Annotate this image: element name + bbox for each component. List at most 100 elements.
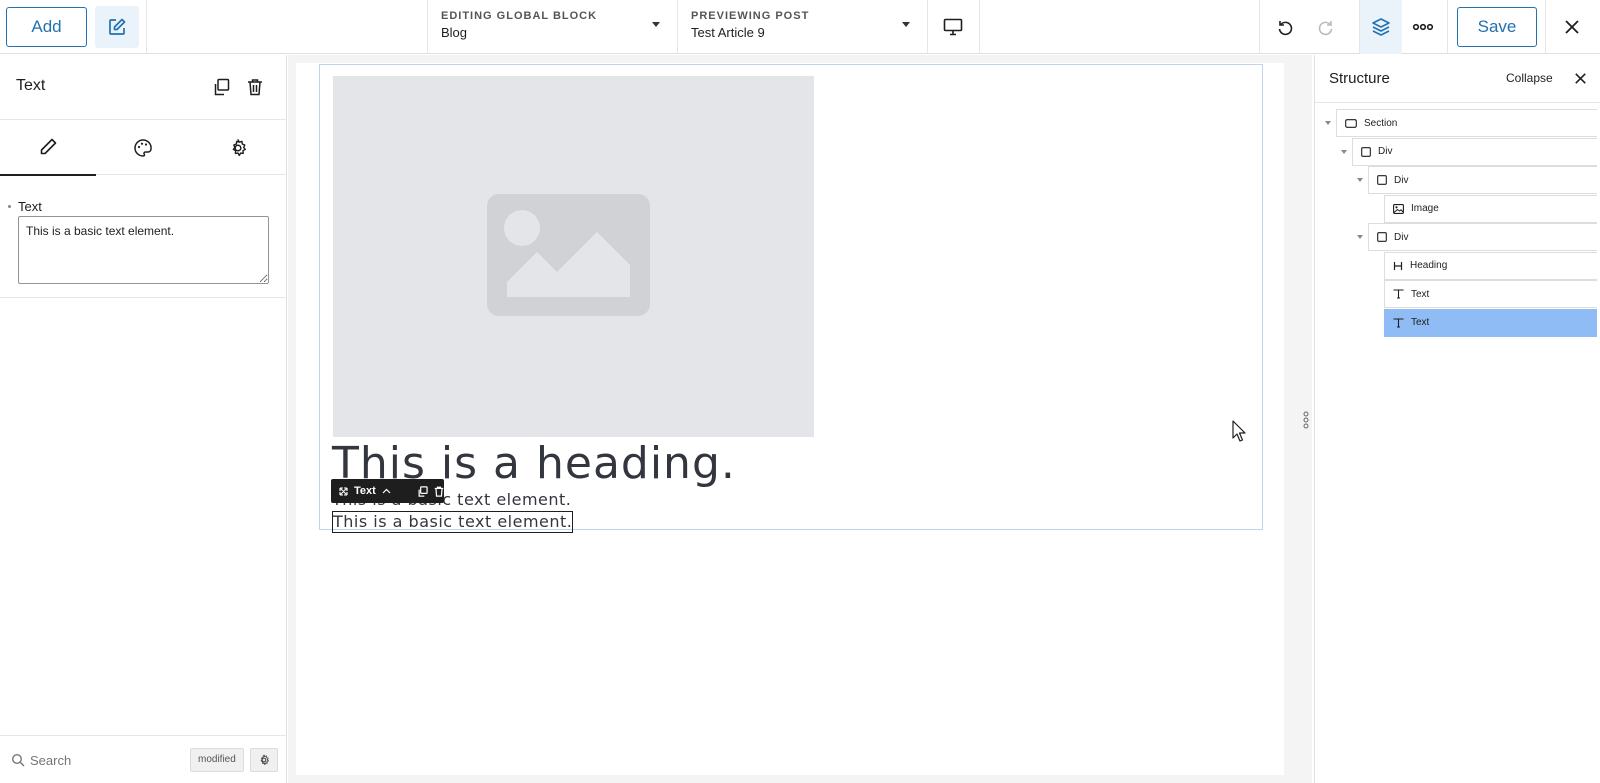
- tab-style[interactable]: [95, 120, 191, 176]
- divider: [1315, 102, 1600, 103]
- palette-icon: [134, 139, 152, 157]
- panel-footer: modified: [0, 735, 287, 783]
- editing-global-block-dropdown[interactable]: EDITING GLOBAL BLOCK Blog: [427, 0, 677, 54]
- undo-icon: [1278, 21, 1293, 36]
- element-type-label: Text: [354, 485, 376, 497]
- device-preview-button[interactable]: [933, 6, 973, 48]
- structure-node-label: Div: [1378, 146, 1393, 157]
- structure-node-label: Text: [1411, 288, 1430, 300]
- previewing-value: Test Article 9: [691, 25, 765, 40]
- close-editor-button[interactable]: [1552, 6, 1592, 48]
- structure-node-label: Text: [1411, 317, 1430, 328]
- structure-node-label: Div: [1394, 174, 1409, 186]
- image-placeholder[interactable]: [333, 76, 814, 437]
- divider: [979, 0, 980, 54]
- structure-toggle-button[interactable]: [1360, 0, 1402, 54]
- structure-node-div[interactable]: Div: [1368, 223, 1597, 251]
- div-icon: [1377, 175, 1387, 185]
- save-button[interactable]: Save: [1457, 7, 1537, 47]
- settings-tabs: [0, 119, 287, 176]
- caret-down-icon[interactable]: [1357, 235, 1363, 239]
- div-icon: [1377, 232, 1387, 242]
- ellipsis-icon: [1412, 23, 1434, 31]
- structure-node-label: Image: [1411, 203, 1439, 214]
- text-content-field[interactable]: [18, 216, 269, 284]
- duplicate-icon: [214, 78, 230, 96]
- structure-node-section[interactable]: Section: [1336, 109, 1597, 137]
- text-icon: [1393, 317, 1404, 328]
- caret-down-icon[interactable]: [1357, 178, 1363, 182]
- redo-button[interactable]: [1306, 6, 1346, 48]
- caret-down-icon: [902, 22, 910, 27]
- editor-canvas: This is a heading. This is a basic text …: [288, 55, 1312, 783]
- structure-node-image[interactable]: Image: [1384, 194, 1597, 223]
- undo-button[interactable]: [1265, 6, 1305, 48]
- tab-content[interactable]: [0, 120, 96, 176]
- search-icon: [11, 753, 25, 767]
- structure-title: Structure: [1329, 70, 1390, 87]
- move-icon[interactable]: [339, 486, 348, 496]
- layers-icon: [1372, 18, 1390, 36]
- search-input[interactable]: [30, 750, 180, 770]
- add-button[interactable]: Add: [6, 7, 87, 47]
- divider: [0, 297, 287, 298]
- previewing-caption: PREVIEWING POST: [691, 10, 810, 22]
- div-icon: [1361, 146, 1371, 157]
- structure-node-div[interactable]: Div: [1368, 166, 1597, 194]
- element-toolbar: Text: [331, 479, 444, 503]
- caret-down-icon[interactable]: [1341, 149, 1347, 154]
- redo-icon: [1318, 21, 1333, 36]
- structure-node-text[interactable]: Text: [1384, 280, 1597, 308]
- close-icon: [1574, 72, 1586, 84]
- more-options-button[interactable]: [1403, 6, 1443, 48]
- duplicate-element-button[interactable]: [209, 75, 233, 99]
- caret-down-icon: [652, 22, 660, 27]
- modified-filter-badge[interactable]: modified: [190, 748, 244, 772]
- structure-node-label: Div: [1394, 231, 1409, 243]
- image-placeholder-icon: [487, 194, 650, 316]
- footer-settings-button[interactable]: [250, 748, 278, 772]
- editing-value: Blog: [441, 25, 468, 40]
- previewing-post-dropdown[interactable]: PREVIEWING POST Test Article 9: [677, 0, 927, 54]
- divider: [1447, 0, 1448, 54]
- desktop-icon: [943, 18, 963, 36]
- element-settings-panel: Text Text modified: [0, 55, 287, 783]
- editing-caption: EDITING GLOBAL BLOCK: [441, 10, 598, 22]
- heading-icon: [1393, 261, 1403, 271]
- structure-panel: Structure Collapse Section Div Div Image Div…: [1314, 55, 1600, 783]
- trash-icon[interactable]: [434, 486, 444, 497]
- image-icon: [1393, 203, 1404, 214]
- collapse-button[interactable]: Collapse: [1506, 71, 1553, 85]
- structure-node-label: Heading: [1410, 260, 1448, 271]
- pencil-icon: [40, 138, 57, 155]
- pencil-square-icon: [109, 18, 126, 35]
- section-icon: [1345, 118, 1357, 128]
- gear-icon: [232, 139, 246, 157]
- edit-mode-button[interactable]: [95, 6, 139, 48]
- structure-node-text[interactable]: Text: [1384, 308, 1597, 337]
- tab-settings[interactable]: [190, 120, 286, 176]
- text-icon: [1393, 289, 1404, 299]
- divider: [927, 0, 928, 54]
- gear-icon: [260, 754, 269, 765]
- text-field-label: Text: [18, 199, 42, 214]
- structure-node-label: Section: [1364, 117, 1398, 129]
- divider: [1545, 0, 1546, 54]
- divider: [1259, 0, 1260, 54]
- mouse-cursor-icon: [1232, 420, 1246, 442]
- field-indicator-dot: [8, 205, 11, 208]
- delete-element-button[interactable]: [243, 75, 267, 99]
- close-structure-button[interactable]: [1571, 69, 1589, 87]
- panel-title: Text: [16, 77, 46, 94]
- preview-page: This is a heading. This is a basic text …: [296, 63, 1284, 775]
- resize-handle-icon[interactable]: [1302, 410, 1310, 430]
- duplicate-icon[interactable]: [417, 485, 428, 497]
- structure-node-heading[interactable]: Heading: [1384, 251, 1597, 280]
- text-element-selected[interactable]: This is a basic text element.: [332, 511, 574, 533]
- structure-node-div[interactable]: Div: [1352, 137, 1597, 166]
- top-toolbar: Add EDITING GLOBAL BLOCK Blog PREVIEWING…: [0, 0, 1600, 54]
- divider: [146, 0, 147, 54]
- close-icon: [1565, 20, 1579, 34]
- caret-down-icon[interactable]: [1325, 121, 1331, 125]
- chevron-up-icon[interactable]: [382, 488, 391, 494]
